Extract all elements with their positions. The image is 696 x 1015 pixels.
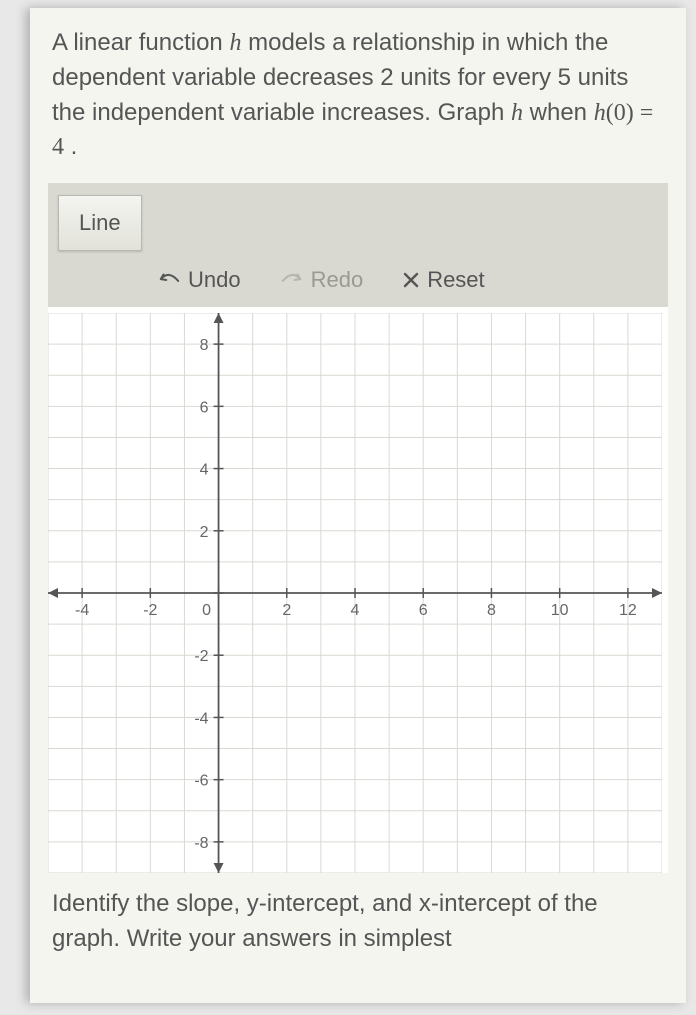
page-container: A linear function h models a relationshi… — [30, 8, 686, 1003]
line-tool-button[interactable]: Line — [58, 195, 142, 251]
undo-label: Undo — [188, 267, 241, 293]
svg-text:-4: -4 — [75, 602, 89, 619]
x-var: x — [419, 890, 431, 917]
action-row: Undo Redo Reset — [48, 261, 668, 307]
y-var: y — [247, 890, 259, 917]
svg-text:0: 0 — [202, 602, 211, 619]
svg-text:4: 4 — [200, 462, 209, 479]
svg-text:6: 6 — [200, 400, 209, 417]
reset-button[interactable]: Reset — [403, 267, 484, 293]
undo-button[interactable]: Undo — [158, 267, 241, 293]
svg-text:8: 8 — [200, 337, 209, 354]
svg-text:6: 6 — [419, 602, 428, 619]
svg-text:10: 10 — [551, 602, 569, 619]
svg-text:-2: -2 — [194, 648, 208, 665]
svg-text:-4: -4 — [194, 711, 208, 728]
followup-question: Identify the slope, y-intercept, and x-i… — [52, 887, 664, 957]
svg-text:8: 8 — [487, 602, 496, 619]
svg-text:-2: -2 — [143, 602, 157, 619]
svg-text:4: 4 — [351, 602, 360, 619]
svg-text:2: 2 — [282, 602, 291, 619]
reset-label: Reset — [427, 267, 484, 293]
svg-text:-6: -6 — [194, 773, 208, 790]
text: when — [523, 99, 594, 126]
text: -intercept, and — [259, 890, 419, 917]
problem-statement: A linear function h models a relationshi… — [52, 26, 664, 165]
close-icon — [403, 272, 419, 288]
redo-button[interactable]: Redo — [281, 267, 364, 293]
coordinate-grid[interactable]: -4 -2 2 4 6 8 10 12 0 -8 -6 -4 -2 2 4 6 8 — [48, 313, 662, 873]
text: Identify the slope, — [52, 890, 247, 917]
svg-text:-8: -8 — [194, 835, 208, 852]
text: A linear function — [52, 29, 229, 56]
redo-arrow-icon — [281, 271, 303, 289]
undo-arrow-icon — [158, 271, 180, 289]
tool-row: Line — [48, 183, 668, 261]
graph-area[interactable]: -4 -2 2 4 6 8 10 12 0 -8 -6 -4 -2 2 4 6 8 — [48, 307, 668, 873]
text: . — [64, 133, 77, 160]
svg-text:12: 12 — [619, 602, 637, 619]
function-name: h — [511, 100, 523, 126]
svg-text:2: 2 — [200, 524, 209, 541]
graph-tool-panel: Line Undo Redo Reset — [48, 183, 668, 873]
redo-label: Redo — [311, 267, 364, 293]
function-name: h — [229, 30, 241, 56]
